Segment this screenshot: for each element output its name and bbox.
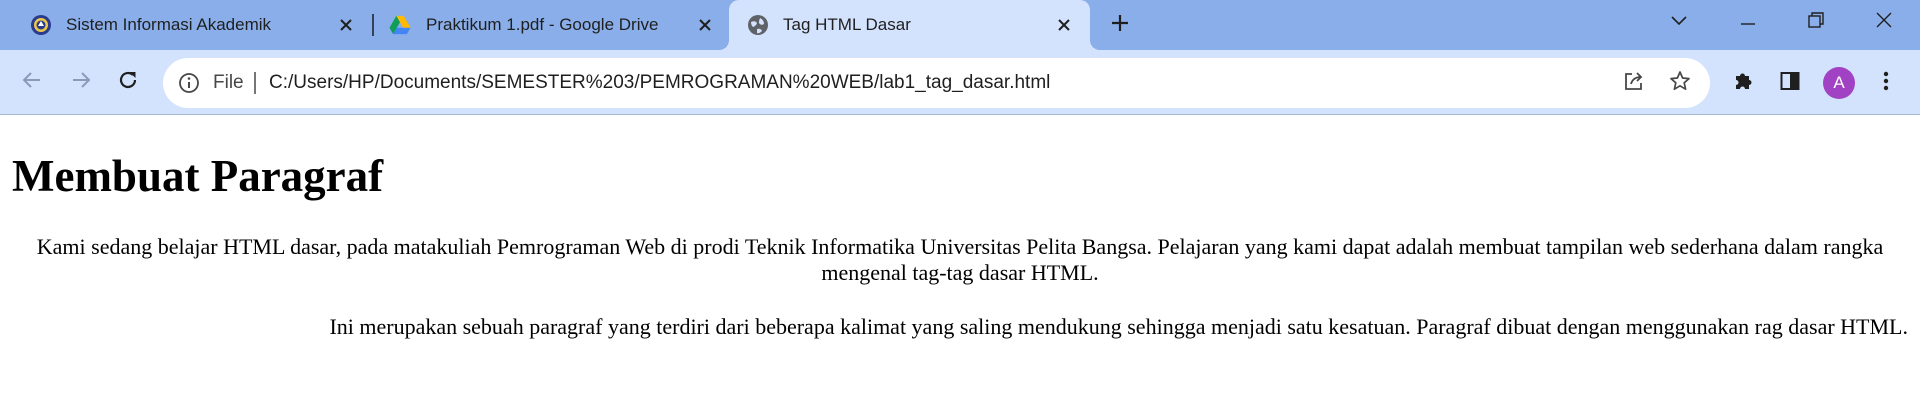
tab-search-button[interactable] (1661, 8, 1697, 36)
extensions-button[interactable] (1729, 69, 1757, 97)
close-tab-icon[interactable] (693, 13, 717, 37)
plus-icon (1110, 13, 1130, 38)
close-tab-icon[interactable] (334, 13, 358, 37)
restore-button[interactable] (1798, 8, 1834, 36)
side-panel-button[interactable] (1776, 69, 1804, 97)
tab-praktikum-pdf[interactable]: Praktikum 1.pdf - Google Drive (360, 0, 728, 50)
address-divider (254, 72, 256, 94)
google-drive-icon (389, 14, 411, 36)
tab-title: Praktikum 1.pdf - Google Drive (426, 15, 659, 34)
restore-icon (1808, 11, 1824, 33)
share-button[interactable] (1621, 70, 1647, 96)
browser-toolbar: File C:/Users/HP/Documents/SEMESTER%203/… (0, 50, 1920, 115)
page-content: Membuat Paragraf Kami sedang belajar HTM… (0, 116, 1920, 420)
close-window-button[interactable] (1866, 8, 1902, 36)
university-seal-icon (30, 14, 52, 36)
chevron-down-icon (1671, 13, 1687, 31)
tab-sistem-informasi-akademik[interactable]: Sistem Informasi Akademik (0, 0, 370, 50)
arrow-right-icon (70, 69, 92, 96)
new-tab-button[interactable] (1107, 12, 1133, 38)
page-heading: Membuat Paragraf (12, 151, 384, 201)
side-panel-icon (1779, 70, 1801, 97)
share-icon (1623, 70, 1645, 97)
reload-button[interactable] (114, 68, 142, 96)
globe-icon (747, 14, 769, 36)
puzzle-icon (1732, 70, 1754, 97)
back-button[interactable] (18, 68, 46, 96)
reload-icon (117, 69, 139, 96)
scheme-label: File (213, 72, 244, 93)
minimize-icon (1740, 13, 1756, 31)
close-tab-icon[interactable] (1052, 13, 1076, 37)
bookmark-button[interactable] (1667, 70, 1693, 96)
arrow-left-icon (21, 69, 43, 96)
kebab-menu-icon (1882, 70, 1890, 97)
info-icon[interactable] (177, 71, 201, 95)
forward-button[interactable] (67, 68, 95, 96)
tab-strip: Sistem Informasi Akademik Praktikum 1.pd… (0, 0, 1920, 50)
minimize-button[interactable] (1730, 8, 1766, 36)
tab-title: Sistem Informasi Akademik (66, 15, 272, 34)
star-icon (1669, 70, 1691, 97)
paragraph-centered: Kami sedang belajar HTML dasar, pada mat… (36, 234, 1884, 285)
tab-title: Tag HTML Dasar (783, 15, 911, 34)
paragraph-right-aligned: Ini merupakan sebuah paragraf yang terdi… (329, 314, 1908, 339)
profile-avatar[interactable]: A (1823, 67, 1855, 99)
tab-tag-html-dasar[interactable]: Tag HTML Dasar (719, 0, 1100, 50)
close-icon (1876, 12, 1892, 33)
url-text[interactable]: C:/Users/HP/Documents/SEMESTER%203/PEMRO… (269, 72, 1050, 94)
address-bar[interactable]: File C:/Users/HP/Documents/SEMESTER%203/… (163, 58, 1710, 108)
menu-button[interactable] (1872, 69, 1900, 97)
